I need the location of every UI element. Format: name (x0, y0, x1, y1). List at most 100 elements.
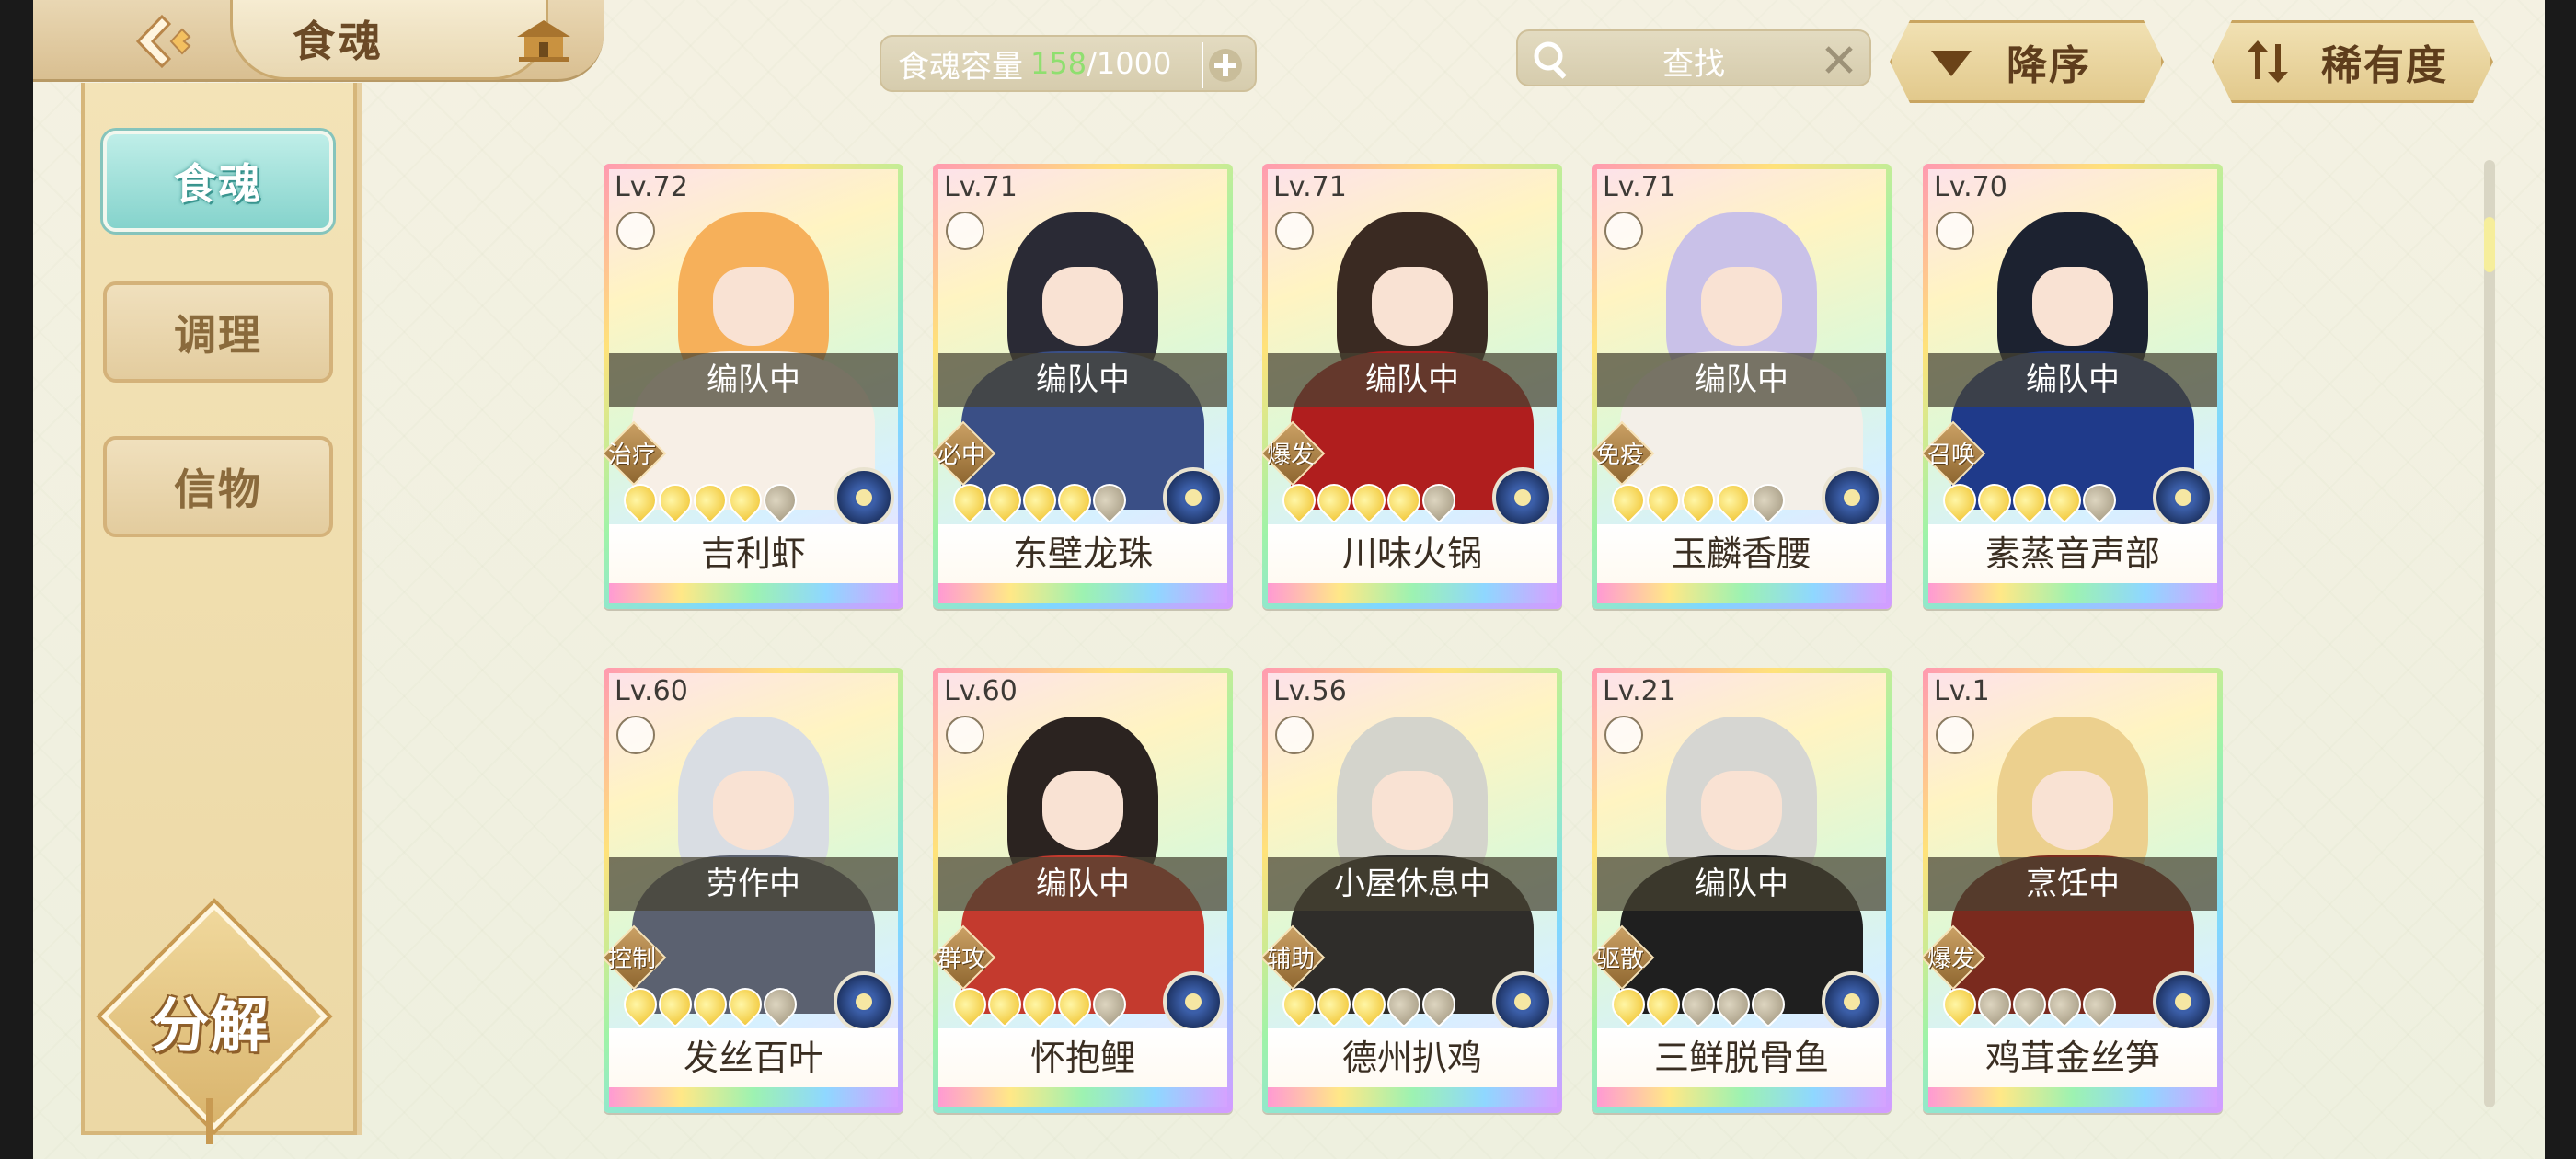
soul-card[interactable]: Lv.71 编队中 免疫 玉麟香腰 (1592, 164, 1892, 609)
rarity-strip (1268, 583, 1557, 603)
sort-order-label: 降序 (2007, 42, 2091, 89)
soul-card[interactable]: Lv.21 编队中 驱散 三鲜脱骨鱼 (1592, 668, 1892, 1113)
star-icon (1415, 476, 1463, 524)
star-icon (1051, 476, 1098, 524)
element-icon (834, 467, 894, 528)
decompose-tassel (206, 1098, 213, 1144)
star-icon (2041, 981, 2088, 1028)
star-icon (1345, 476, 1393, 524)
soul-card[interactable]: Lv.70 编队中召唤素蒸音声部 (1923, 164, 2223, 609)
star-icon (1051, 981, 1098, 1028)
star-icon (1380, 476, 1428, 524)
search-box[interactable]: 查找 (1516, 29, 1871, 86)
star-icon (1674, 476, 1722, 524)
back-button[interactable] (125, 11, 208, 72)
star-rating (1936, 476, 2123, 524)
soul-card[interactable]: Lv.71 编队中 必中 东壁龙珠 (933, 164, 1233, 609)
role-badge: 免疫 (1592, 420, 1655, 487)
element-icon (1492, 971, 1553, 1032)
star-icon (1936, 476, 1984, 524)
condition-icon (1604, 212, 1643, 250)
portrait-face (2032, 771, 2113, 850)
portrait-face (1701, 771, 1782, 850)
card-name: 德州扒鸡 (1268, 1028, 1557, 1087)
rarity-strip (1928, 1087, 2217, 1107)
card-name: 素蒸音声部 (1928, 524, 2217, 583)
soul-card[interactable]: Lv.60 编队中 群攻 怀抱鲤 (933, 668, 1233, 1113)
star-icon (721, 981, 769, 1028)
star-icon (1345, 981, 1393, 1028)
role-badge: 群攻 (933, 924, 996, 991)
card-level: Lv.21 (1603, 675, 1676, 707)
rarity-strip (1928, 583, 2217, 603)
rarity-strip (1597, 1087, 1886, 1107)
role-label: 辅助 (1266, 946, 1315, 973)
soul-card[interactable]: Lv.1 烹饪中 爆发 鸡茸金丝笋 (1923, 668, 2223, 1113)
condition-icon (1936, 716, 1974, 754)
role-label: 控制 (607, 946, 656, 973)
sort-key-button[interactable]: 稀有度 (2212, 20, 2493, 103)
star-rating (946, 981, 1133, 1028)
star-icon (2006, 476, 2053, 524)
card-name: 发丝百叶 (609, 1028, 898, 1087)
portrait-face (1372, 771, 1453, 850)
role-badge: 召唤 (1923, 420, 1986, 487)
capacity-separator: / (1087, 46, 1097, 81)
condition-icon (1275, 212, 1314, 250)
star-icon (981, 981, 1029, 1028)
card-level: Lv.71 (1603, 171, 1676, 203)
soul-card[interactable]: Lv.56 小屋休息中 辅助 德州扒鸡 (1262, 668, 1562, 1113)
sidebar-tab-label: 食魂 (174, 159, 262, 209)
star-icon (1016, 476, 1064, 524)
soul-card[interactable]: Lv.60 劳作中 控制 发丝百叶 (604, 668, 903, 1113)
sidebar-tab-cook[interactable]: 调理 (103, 281, 333, 383)
soul-card[interactable]: Lv.71 编队中 爆发 川味火锅 (1262, 164, 1562, 609)
clear-icon[interactable] (1822, 42, 1857, 77)
star-icon (1639, 981, 1687, 1028)
card-level: Lv.71 (1273, 171, 1347, 203)
star-icon (721, 476, 769, 524)
role-label: 免疫 (1595, 442, 1644, 469)
star-rating (1604, 476, 1792, 524)
home-button[interactable] (512, 15, 576, 66)
card-level: Lv.72 (615, 171, 688, 203)
star-icon (1674, 981, 1722, 1028)
home-icon (517, 20, 570, 62)
page-title: 食魂 (293, 17, 385, 66)
game-screen: 食魂 食魂容量 158 / 1000 查找 降序 稀有度 食魂 调理 信物 分解… (33, 0, 2545, 1159)
card-level: Lv.70 (1934, 171, 2007, 203)
scrollbar[interactable] (2484, 160, 2495, 1107)
card-name: 东壁龙珠 (938, 524, 1227, 583)
decompose-button[interactable]: 分解 (100, 902, 328, 1144)
element-icon (1163, 971, 1224, 1032)
sidebar-tab-label: 信物 (174, 465, 262, 514)
condition-icon (946, 212, 984, 250)
star-icon (1016, 981, 1064, 1028)
element-icon (1492, 467, 1553, 528)
card-status: 编队中 (938, 353, 1227, 407)
rarity-strip (938, 583, 1227, 603)
star-rating (1936, 981, 2123, 1028)
title-tab: 食魂 (230, 0, 548, 80)
card-status: 编队中 (1928, 353, 2217, 407)
portrait-face (2032, 267, 2113, 346)
role-label: 群攻 (937, 946, 985, 973)
condition-icon (946, 716, 984, 754)
card-level: Lv.56 (1273, 675, 1347, 707)
star-icon (1604, 981, 1652, 1028)
scroll-thumb[interactable] (2484, 217, 2495, 272)
card-level: Lv.60 (615, 675, 688, 707)
star-icon (1275, 981, 1323, 1028)
star-icon (651, 981, 699, 1028)
expand-capacity-button[interactable] (1202, 42, 1248, 88)
role-label: 爆发 (1266, 442, 1315, 469)
condition-icon (1604, 716, 1643, 754)
sidebar-tab-token[interactable]: 信物 (103, 436, 333, 537)
condition-icon (616, 716, 655, 754)
sidebar-tab-soul[interactable]: 食魂 (103, 131, 333, 232)
soul-card[interactable]: Lv.72 编队中 治疗 吉利虾 (604, 164, 903, 609)
portrait-face (713, 267, 794, 346)
card-name: 川味火锅 (1268, 524, 1557, 583)
card-name: 玉麟香腰 (1597, 524, 1886, 583)
sort-order-button[interactable]: 降序 (1890, 20, 2164, 103)
